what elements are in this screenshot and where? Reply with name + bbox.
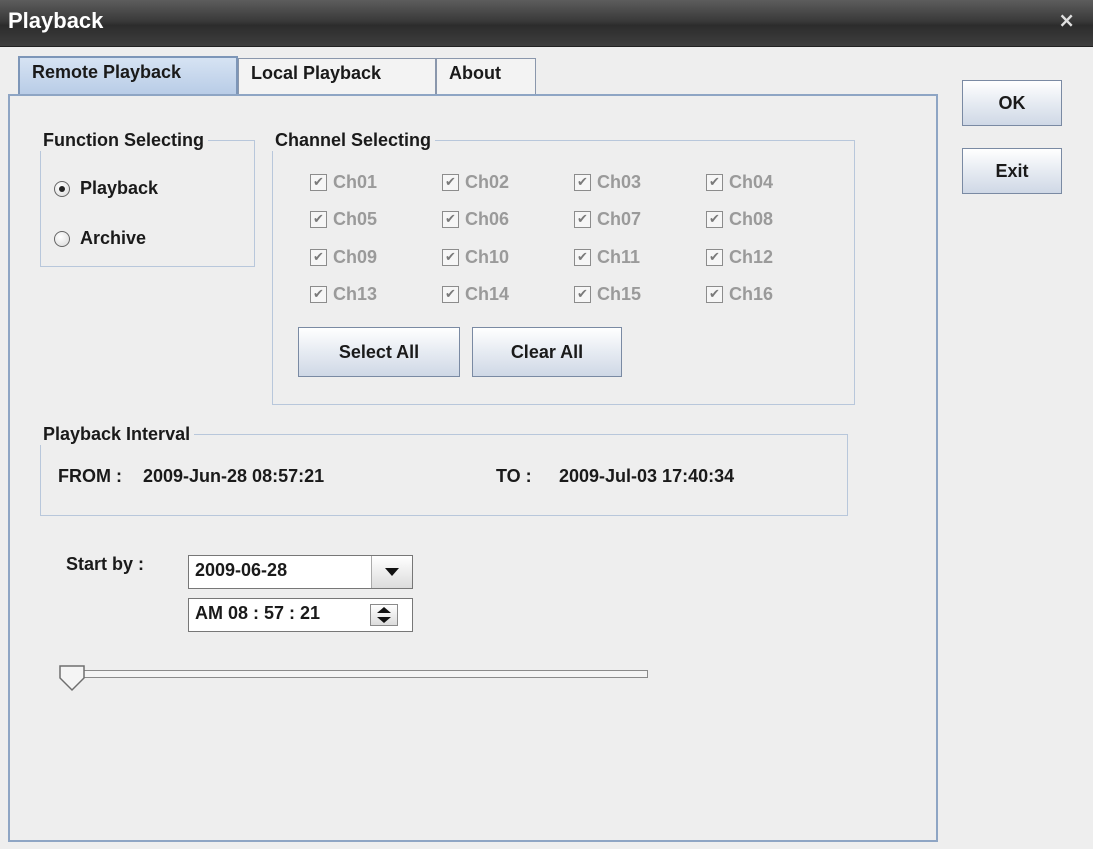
channel-checkbox-ch09[interactable]: ✔ Ch09 xyxy=(310,247,377,268)
checkbox-checked-icon[interactable]: ✔ xyxy=(574,174,591,191)
channel-label: Ch06 xyxy=(465,209,510,229)
channel-label: Ch01 xyxy=(333,172,378,192)
to-value: 2009-Jul-03 17:40:34 xyxy=(559,466,735,486)
channel-checkbox-ch16[interactable]: ✔ Ch16 xyxy=(706,284,773,305)
ok-button[interactable]: OK xyxy=(962,80,1062,126)
channel-label: Ch03 xyxy=(597,172,642,192)
select-all-button[interactable]: Select All xyxy=(298,327,460,377)
channel-label: Ch05 xyxy=(333,209,378,229)
checkbox-checked-icon[interactable]: ✔ xyxy=(706,249,723,266)
exit-button[interactable]: Exit xyxy=(962,148,1062,194)
checkbox-checked-icon[interactable]: ✔ xyxy=(706,174,723,191)
playback-slider-track[interactable] xyxy=(70,670,648,678)
start-time-value: AM 08 : 57 : 21 xyxy=(195,603,321,623)
archive-radio-label: Archive xyxy=(80,228,147,248)
playback-interval-legend: Playback Interval xyxy=(43,424,191,444)
date-dropdown-arrow[interactable] xyxy=(371,556,412,588)
channel-label: Ch08 xyxy=(729,209,774,229)
channel-label: Ch07 xyxy=(597,209,642,229)
channel-checkbox-ch06[interactable]: ✔ Ch06 xyxy=(442,209,509,230)
channel-checkbox-ch01[interactable]: ✔ Ch01 xyxy=(310,172,377,193)
title-bar: Playback × xyxy=(0,0,1093,47)
from-value: 2009-Jun-28 08:57:21 xyxy=(143,466,325,486)
channel-label: Ch15 xyxy=(597,284,642,304)
checkbox-checked-icon[interactable]: ✔ xyxy=(574,211,591,228)
tab-about[interactable]: About xyxy=(436,58,536,94)
checkbox-checked-icon[interactable]: ✔ xyxy=(442,174,459,191)
close-icon[interactable]: × xyxy=(1058,8,1075,32)
checkbox-checked-icon[interactable]: ✔ xyxy=(574,286,591,303)
start-date-value: 2009-06-28 xyxy=(195,560,288,580)
channel-label: Ch02 xyxy=(465,172,510,192)
channel-checkbox-ch07[interactable]: ✔ Ch07 xyxy=(574,209,641,230)
playback-radio-label: Playback xyxy=(80,178,159,198)
from-label: FROM : xyxy=(58,466,122,486)
checkbox-checked-icon[interactable]: ✔ xyxy=(442,211,459,228)
checkbox-checked-icon[interactable]: ✔ xyxy=(310,249,327,266)
channel-label: Ch11 xyxy=(597,247,641,267)
spinner-up-down-icon xyxy=(377,607,391,623)
tab-local-playback[interactable]: Local Playback xyxy=(238,58,436,94)
archive-radio-option[interactable]: Archive xyxy=(54,228,146,249)
radio-unselected-icon[interactable] xyxy=(54,230,70,247)
channel-checkbox-ch05[interactable]: ✔ Ch05 xyxy=(310,209,377,230)
slider-thumb-icon[interactable] xyxy=(58,664,88,692)
checkbox-checked-icon[interactable]: ✔ xyxy=(706,211,723,228)
channel-checkbox-ch14[interactable]: ✔ Ch14 xyxy=(442,284,509,305)
channel-label: Ch10 xyxy=(465,247,510,267)
window-title: Playback xyxy=(8,8,104,33)
channel-checkbox-ch04[interactable]: ✔ Ch04 xyxy=(706,172,773,193)
function-selecting-legend: Function Selecting xyxy=(43,130,205,150)
checkbox-checked-icon[interactable]: ✔ xyxy=(442,286,459,303)
to-label: TO : xyxy=(496,466,532,486)
channel-checkbox-ch12[interactable]: ✔ Ch12 xyxy=(706,247,773,268)
channel-label: Ch12 xyxy=(729,247,774,267)
channel-checkbox-ch15[interactable]: ✔ Ch15 xyxy=(574,284,641,305)
checkbox-checked-icon[interactable]: ✔ xyxy=(310,286,327,303)
channel-checkbox-ch02[interactable]: ✔ Ch02 xyxy=(442,172,509,193)
channel-checkbox-ch03[interactable]: ✔ Ch03 xyxy=(574,172,641,193)
channel-selecting-legend: Channel Selecting xyxy=(275,130,432,150)
channel-checkbox-ch11[interactable]: ✔ Ch11 xyxy=(574,247,640,268)
chevron-down-icon xyxy=(385,568,399,576)
radio-selected-icon[interactable] xyxy=(54,180,70,197)
clear-all-button[interactable]: Clear All xyxy=(472,327,622,377)
checkbox-checked-icon[interactable]: ✔ xyxy=(442,249,459,266)
channel-label: Ch13 xyxy=(333,284,378,304)
checkbox-checked-icon[interactable]: ✔ xyxy=(310,211,327,228)
start-by-label: Start by : xyxy=(66,554,145,574)
channel-checkbox-ch13[interactable]: ✔ Ch13 xyxy=(310,284,377,305)
playback-radio-option[interactable]: Playback xyxy=(54,178,158,199)
channel-label: Ch09 xyxy=(333,247,378,267)
checkbox-checked-icon[interactable]: ✔ xyxy=(574,249,591,266)
channel-checkbox-ch08[interactable]: ✔ Ch08 xyxy=(706,209,773,230)
time-spinner-arrows[interactable] xyxy=(370,604,398,626)
channel-label: Ch14 xyxy=(465,284,510,304)
checkbox-checked-icon[interactable]: ✔ xyxy=(706,286,723,303)
channel-label: Ch04 xyxy=(729,172,774,192)
channel-checkbox-ch10[interactable]: ✔ Ch10 xyxy=(442,247,509,268)
checkbox-checked-icon[interactable]: ✔ xyxy=(310,174,327,191)
tab-remote-playback[interactable]: Remote Playback xyxy=(18,56,238,96)
channel-label: Ch16 xyxy=(729,284,774,304)
